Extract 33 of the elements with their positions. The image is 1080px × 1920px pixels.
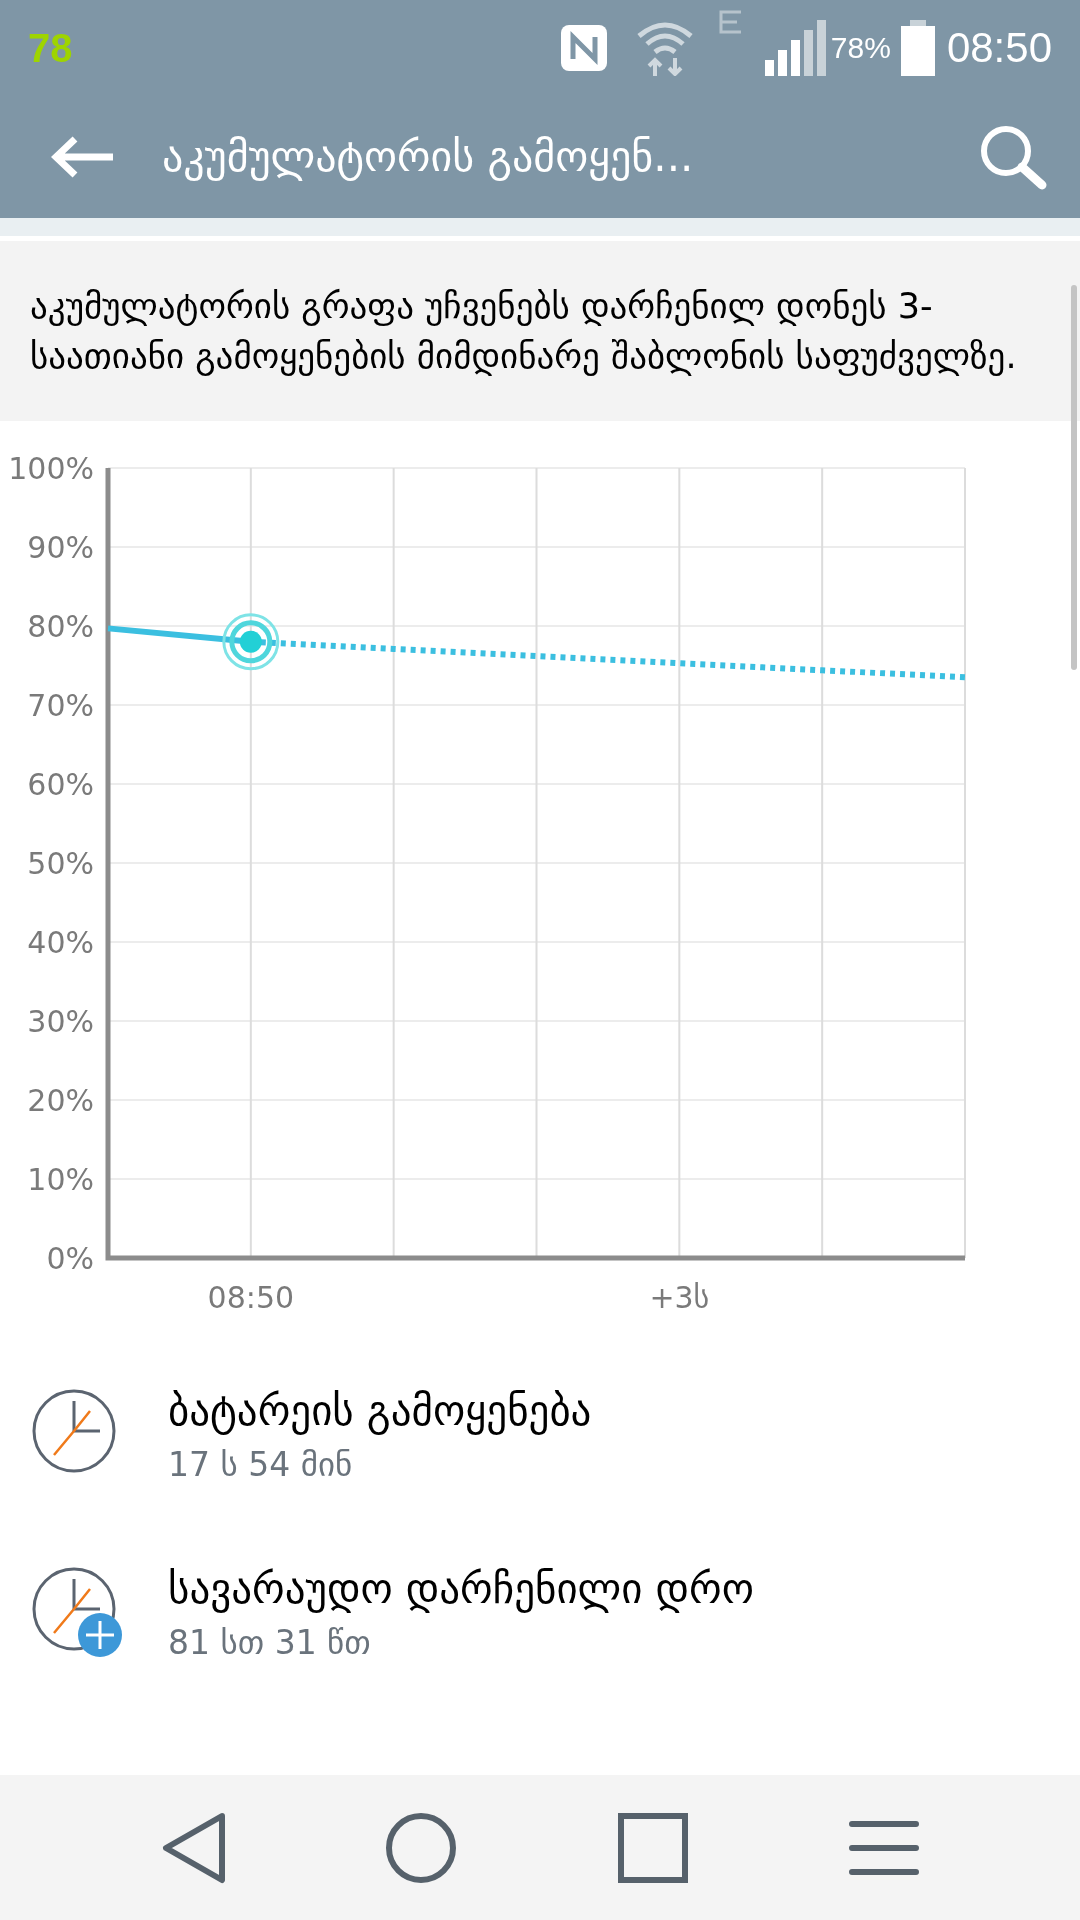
y-axis-label: 40%	[27, 925, 94, 960]
y-axis-label: 10%	[27, 1162, 94, 1197]
info-title: სავარაუდო დარჩენილი დრო	[168, 1564, 754, 1615]
x-axis-label: +3ს	[649, 1280, 710, 1315]
recents-nav-icon[interactable]	[616, 1811, 689, 1884]
clock-time: 08:50	[946, 23, 1052, 73]
x-axis-label: 08:50	[207, 1280, 295, 1315]
y-axis-label: 0%	[46, 1241, 94, 1276]
y-axis-label: 50%	[27, 846, 94, 881]
y-axis-label: 60%	[27, 767, 94, 802]
y-axis-label: 30%	[27, 1004, 94, 1039]
y-axis-label: 100%	[8, 451, 94, 486]
info-title: ბატარეის გამოყენება	[168, 1386, 592, 1437]
y-axis-label: 80%	[27, 609, 94, 644]
page-title: აკუმულატორის გამოყენ...	[162, 131, 695, 183]
signal-icon	[764, 19, 827, 76]
info-row[interactable]: სავარაუდო დარჩენილი დრო 81 სთ 31 წთ	[0, 1559, 1080, 1667]
network-type-icon	[718, 10, 743, 34]
home-nav-icon[interactable]	[385, 1811, 458, 1884]
info-value: 81 სთ 31 წთ	[168, 1622, 372, 1664]
y-axis-label: 20%	[27, 1083, 94, 1118]
battery-icon	[900, 19, 935, 76]
status-number: 78	[28, 24, 73, 72]
nfc-icon	[558, 22, 609, 73]
clock-plus-icon	[32, 1567, 124, 1659]
battery-percent: 78%	[830, 30, 891, 66]
back-arrow-icon	[51, 134, 115, 179]
current-point-icon	[222, 613, 280, 671]
y-axis-label: 90%	[27, 530, 94, 565]
y-axis-label: 70%	[27, 688, 94, 723]
description-text: აკუმულატორის გრაფა უჩვენებს დარჩენილ დონეს 3-საათიანი გამოყენების მიმდინარე შაბლონის საფუძველზე.	[30, 285, 1018, 378]
info-row[interactable]: ბატარეის გამოყენება 17 ს 54 მინ	[0, 1381, 1080, 1489]
info-value: 17 ს 54 მინ	[168, 1444, 354, 1486]
